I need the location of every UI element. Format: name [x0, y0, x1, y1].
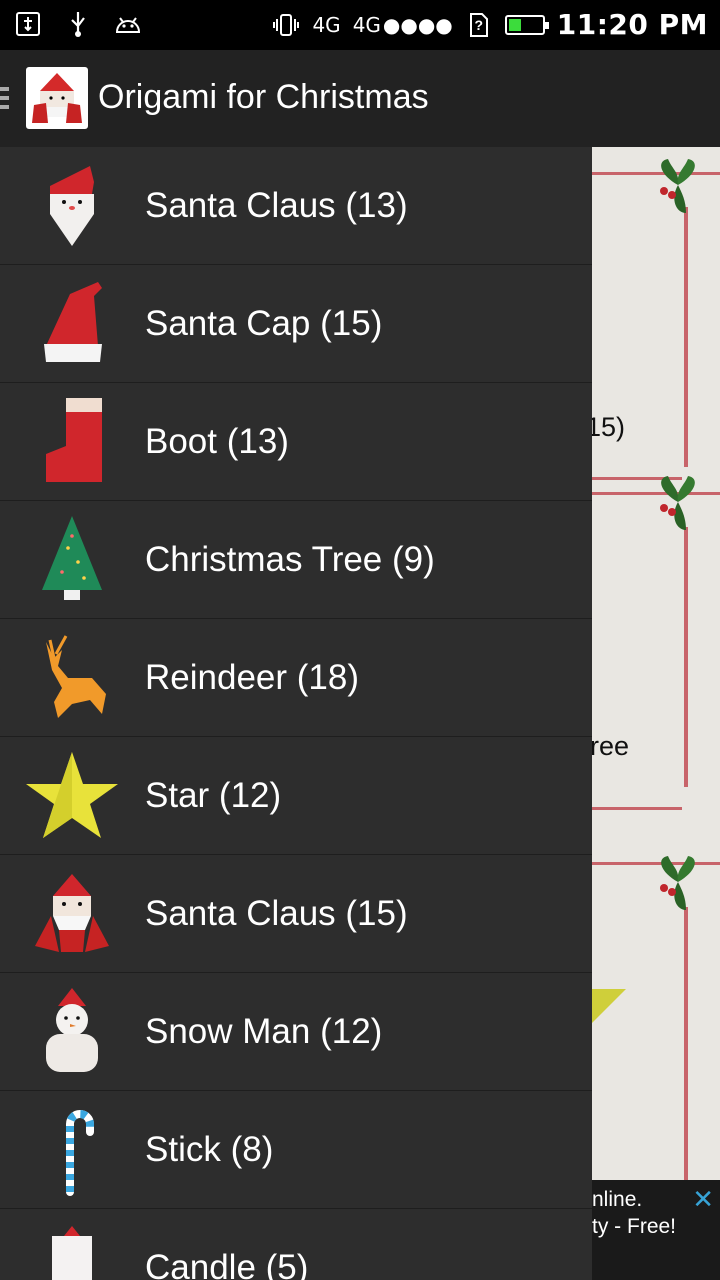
drawer-item-label: Candle (5) — [145, 1247, 309, 1280]
navigation-drawer: Santa Claus (13) Santa Cap (15) Boot (13… — [0, 147, 592, 1280]
clock: 11:20 PM — [556, 8, 708, 41]
santa-claus-icon — [24, 158, 120, 254]
app-title: Origami for Christmas — [98, 78, 429, 116]
drawer-item-candle[interactable]: Candle (5) — [0, 1209, 592, 1280]
hamburger-icon[interactable] — [0, 82, 9, 114]
candy-cane-icon — [24, 1102, 120, 1198]
background-content: 15) ree — [592, 147, 720, 1280]
ad-banner[interactable]: nline. ty - Free! ✕ — [592, 1180, 720, 1280]
sim-badge: ? — [474, 16, 484, 33]
boot-icon — [24, 394, 120, 490]
usb-icon — [64, 10, 92, 38]
usb-debug-icon — [14, 10, 42, 38]
drawer-item-santa-claus-2[interactable]: Santa Claus (15) — [0, 855, 592, 973]
holly-decoration-icon — [660, 159, 695, 213]
drawer-item-label: Snow Man (12) — [145, 1011, 383, 1051]
battery-level — [508, 18, 521, 31]
candle-icon — [24, 1220, 120, 1280]
drawer-item-star[interactable]: Star (12) — [0, 737, 592, 855]
background-label-fragment: 15) — [592, 412, 626, 442]
drawer-item-boot[interactable]: Boot (13) — [0, 383, 592, 501]
star-fragment-icon — [592, 989, 626, 1023]
drawer-item-label: Boot (13) — [145, 421, 289, 461]
background-label-fragment: ree — [592, 731, 630, 761]
santa-claus-icon — [24, 866, 120, 962]
drawer-item-santa-cap[interactable]: Santa Cap (15) — [0, 265, 592, 383]
signal-strength: ●●●● — [382, 12, 453, 37]
christmas-tree-icon — [24, 512, 120, 608]
drawer-item-snow-man[interactable]: Snow Man (12) — [0, 973, 592, 1091]
drawer-item-stick[interactable]: Stick (8) — [0, 1091, 592, 1209]
vibrate-icon — [272, 11, 300, 39]
drawer-item-reindeer[interactable]: Reindeer (18) — [0, 619, 592, 737]
drawer-item-label: Santa Claus (15) — [145, 893, 408, 933]
ad-text-line: ty - Free! — [592, 1215, 677, 1238]
holly-decoration-icon — [660, 476, 695, 530]
drawer-item-label: Star (12) — [145, 775, 282, 815]
network-type-1: 4G — [312, 12, 341, 37]
status-bar: 4G 4G ●●●● ? 11:20 PM — [0, 0, 720, 50]
ad-text-line: nline. — [592, 1188, 643, 1211]
network-type-2: 4G — [352, 12, 381, 37]
sim-icon: ? — [465, 11, 493, 39]
android-icon — [114, 10, 142, 38]
battery-icon — [504, 14, 549, 35]
drawer-item-santa-claus[interactable]: Santa Claus (13) — [0, 147, 592, 265]
drawer-item-label: Reindeer (18) — [145, 657, 359, 697]
reindeer-icon — [24, 630, 120, 726]
drawer-item-label: Santa Claus (13) — [145, 185, 408, 225]
close-icon[interactable]: ✕ — [692, 1184, 714, 1215]
drawer-item-label: Stick (8) — [145, 1129, 274, 1169]
holly-decoration-icon — [660, 856, 695, 910]
action-bar: Origami for Christmas — [0, 50, 720, 148]
drawer-item-christmas-tree[interactable]: Christmas Tree (9) — [0, 501, 592, 619]
app-logo-santa-icon[interactable] — [26, 67, 88, 129]
santa-cap-icon — [24, 276, 120, 372]
snowman-icon — [24, 984, 120, 1080]
drawer-item-label: Santa Cap (15) — [145, 303, 383, 343]
star-icon — [24, 748, 120, 844]
drawer-item-label: Christmas Tree (9) — [145, 539, 435, 579]
